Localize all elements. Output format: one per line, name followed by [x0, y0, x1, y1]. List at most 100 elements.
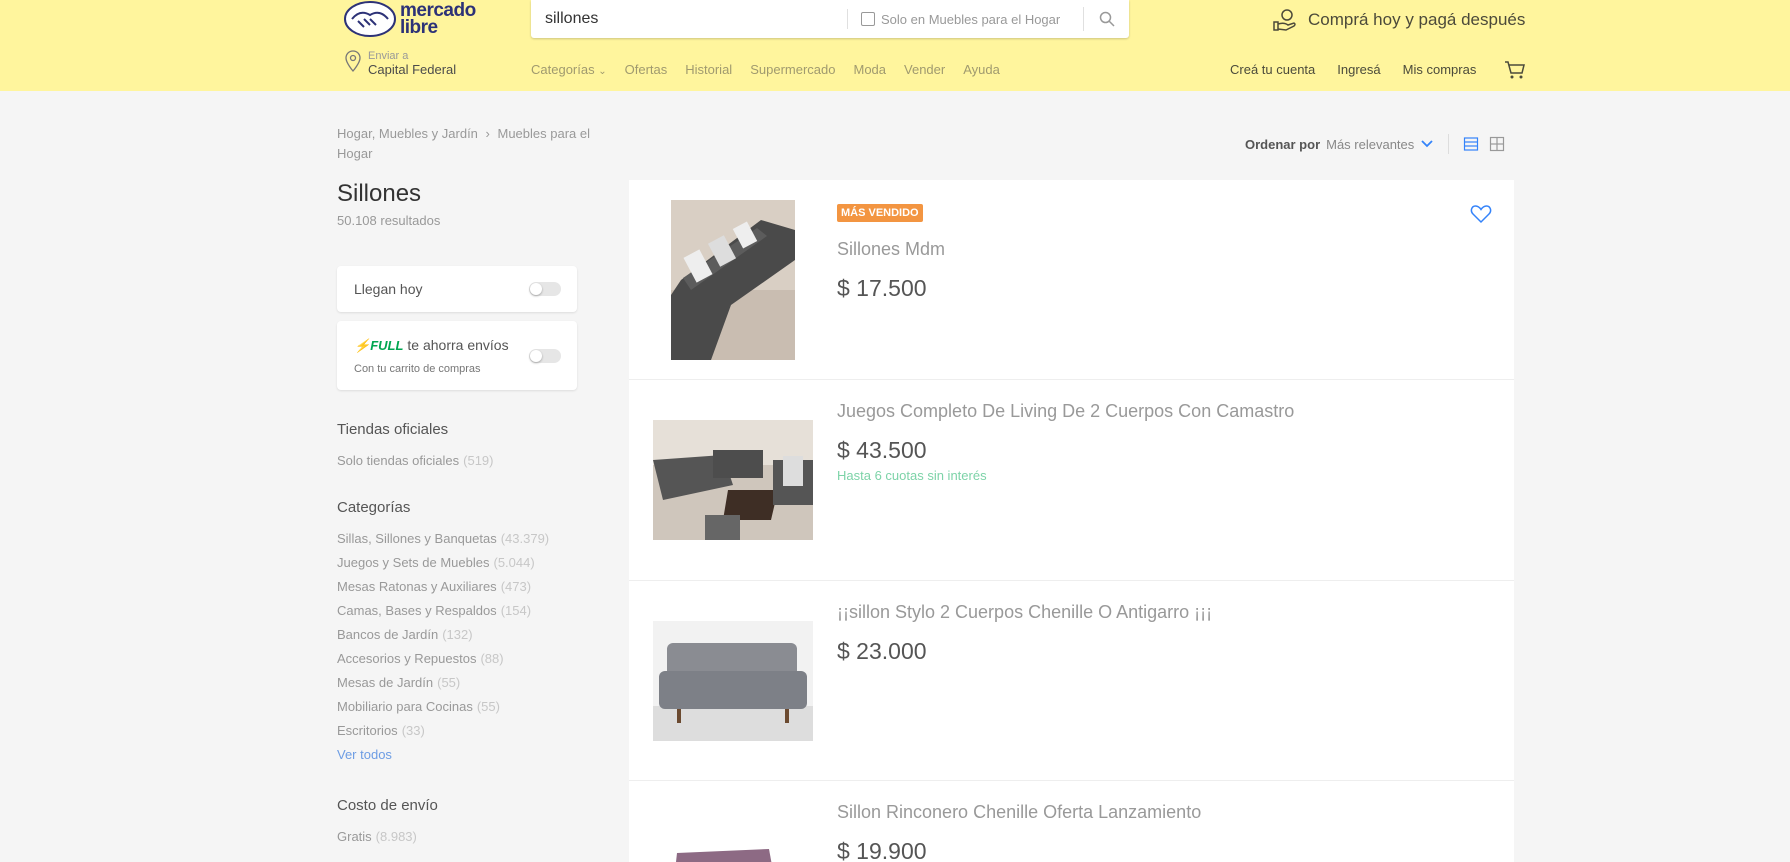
- nav-categorias[interactable]: Categorías ⌄: [531, 62, 607, 77]
- list-item[interactable]: Camas, Bases y Respaldos (154): [337, 602, 549, 626]
- nav-label: Categorías: [531, 62, 595, 77]
- list-item[interactable]: Mobiliario para Cocinas (55): [337, 698, 549, 722]
- handshake-logo-icon: [344, 1, 396, 37]
- lightning-icon: ⚡: [354, 338, 371, 353]
- list-item[interactable]: Juegos y Sets de Muebles (5.044): [337, 554, 549, 578]
- nav-ayuda[interactable]: Ayuda: [963, 62, 1000, 77]
- mercadolibre-logo[interactable]: mercado libre: [344, 0, 484, 38]
- search-button[interactable]: [1083, 7, 1129, 31]
- shipping-location[interactable]: Enviar a Capital Federal: [344, 50, 456, 78]
- sort-control: Ordenar por Más relevantes: [1245, 134, 1505, 154]
- nav-supermercado[interactable]: Supermercado: [750, 62, 835, 77]
- filter-label: Mobiliario para Cocinas: [337, 699, 473, 714]
- user-links: Creá tu cuenta Ingresá Mis compras: [1230, 62, 1498, 77]
- list-item[interactable]: Mesas Ratonas y Auxiliares (473): [337, 578, 549, 602]
- category-filter-label: Solo en Muebles para el Hogar: [881, 11, 1061, 27]
- filter-label: Escritorios: [337, 723, 398, 738]
- location-pin-icon: [345, 50, 361, 72]
- product-price: $ 23.000: [837, 638, 927, 664]
- result-item[interactable]: ¡¡sillon Stylo 2 Cuerpos Chenille O Anti…: [629, 581, 1514, 781]
- full-badge: ⚡FULL: [354, 338, 403, 353]
- breadcrumb-item[interactable]: Hogar, Muebles y Jardín: [337, 126, 478, 141]
- sofa-image: [669, 843, 779, 862]
- official-stores-list: Solo tiendas oficiales (519): [337, 452, 494, 476]
- promo-text: Comprá hoy y pagá después: [1308, 10, 1526, 29]
- sofa-image: [653, 621, 813, 741]
- product-image[interactable]: [669, 843, 779, 862]
- product-price: $ 17.500: [837, 275, 927, 301]
- grid-view-icon[interactable]: [1489, 136, 1505, 152]
- list-item[interactable]: Bancos de Jardín (132): [337, 626, 549, 650]
- filter-count: (33): [401, 723, 425, 738]
- living-set-image: [653, 420, 813, 540]
- nav-ofertas[interactable]: Ofertas: [625, 62, 668, 77]
- result-item[interactable]: MÁS VENDIDO Sillones Mdm $ 17.500: [629, 180, 1514, 380]
- full-shipping-filter[interactable]: ⚡FULL te ahorra envíos Con tu carrito de …: [337, 321, 577, 390]
- filter-label: Bancos de Jardín: [337, 627, 439, 642]
- arrive-today-toggle[interactable]: [529, 282, 561, 296]
- full-shipping-subtitle: Con tu carrito de compras: [354, 363, 481, 375]
- search-input[interactable]: [531, 0, 841, 38]
- list-item[interactable]: Solo tiendas oficiales (519): [337, 452, 494, 476]
- product-title[interactable]: Sillon Rinconero Chenille Oferta Lanzami…: [837, 802, 1201, 823]
- product-image[interactable]: [671, 200, 795, 360]
- shipping-cost-title: Costo de envío: [337, 797, 438, 814]
- list-item[interactable]: Escritorios (33): [337, 722, 549, 746]
- create-account-link[interactable]: Creá tu cuenta: [1230, 62, 1315, 77]
- arrive-today-filter[interactable]: Llegan hoy: [337, 266, 577, 312]
- hand-coin-icon: [1273, 9, 1296, 31]
- list-view-icon[interactable]: [1463, 136, 1479, 152]
- cart-button[interactable]: [1504, 60, 1526, 85]
- product-image[interactable]: [653, 420, 813, 540]
- nav-historial[interactable]: Historial: [685, 62, 732, 77]
- search-category-filter[interactable]: Solo en Muebles para el Hogar: [847, 9, 1060, 29]
- filter-count: (132): [442, 627, 473, 642]
- sort-dropdown[interactable]: Más relevantes: [1326, 137, 1414, 152]
- product-image[interactable]: [653, 621, 813, 741]
- filter-label: Solo tiendas oficiales: [337, 453, 460, 468]
- official-stores-title: Tiendas oficiales: [337, 421, 449, 438]
- filter-count: (55): [476, 699, 500, 714]
- product-title[interactable]: Juegos Completo De Living De 2 Cuerpos C…: [837, 401, 1294, 422]
- filter-count: (519): [463, 453, 494, 468]
- filter-count: (88): [480, 651, 504, 666]
- filter-label: Camas, Bases y Respaldos: [337, 603, 497, 618]
- shipping-cost-list: Gratis (8.983): [337, 828, 417, 852]
- chevron-down-icon: ⌄: [598, 66, 607, 77]
- full-shipping-toggle[interactable]: [529, 349, 561, 363]
- results-count: 50.108 resultados: [337, 213, 441, 228]
- logo-line2: libre: [400, 17, 438, 38]
- my-purchases-link[interactable]: Mis compras: [1403, 62, 1477, 77]
- see-all-categories-link[interactable]: Ver todos: [337, 746, 549, 770]
- list-item[interactable]: Mesas de Jardín (55): [337, 674, 549, 698]
- breadcrumb: Hogar, Muebles y Jardín › Muebles para e…: [337, 124, 612, 164]
- filter-count: (154): [500, 603, 532, 618]
- login-link[interactable]: Ingresá: [1337, 62, 1380, 77]
- filter-label: Accesorios y Repuestos: [337, 651, 477, 666]
- product-title[interactable]: ¡¡sillon Stylo 2 Cuerpos Chenille O Anti…: [837, 602, 1212, 623]
- search-bar: Solo en Muebles para el Hogar: [531, 0, 1129, 38]
- list-item[interactable]: Gratis (8.983): [337, 828, 417, 852]
- cart-icon: [1505, 61, 1525, 79]
- promo-banner[interactable]: Comprá hoy y pagá después: [1272, 6, 1525, 34]
- location-value: Capital Federal: [368, 62, 457, 77]
- heart-icon[interactable]: [1470, 204, 1492, 224]
- nav-vender[interactable]: Vender: [904, 62, 945, 77]
- product-title[interactable]: Sillones Mdm: [837, 239, 945, 260]
- chevron-right-icon: ›: [485, 126, 490, 141]
- full-tag-text: FULL: [370, 338, 404, 353]
- filter-count: (5.044): [493, 555, 535, 570]
- nav-moda[interactable]: Moda: [853, 62, 886, 77]
- chevron-down-icon[interactable]: [1420, 139, 1434, 149]
- page-title: Sillones: [337, 180, 422, 207]
- categories-title: Categorías: [337, 499, 411, 516]
- list-item[interactable]: Accesorios y Repuestos (88): [337, 650, 549, 674]
- location-label: Enviar a: [368, 50, 409, 62]
- product-price: $ 19.900: [837, 838, 927, 862]
- result-item[interactable]: Juegos Completo De Living De 2 Cuerpos C…: [629, 380, 1514, 581]
- filter-label: Juegos y Sets de Muebles: [337, 555, 490, 570]
- result-item[interactable]: Sillon Rinconero Chenille Oferta Lanzami…: [629, 781, 1514, 862]
- category-filter-checkbox[interactable]: [861, 12, 875, 26]
- filter-count: (43.379): [500, 531, 550, 546]
- list-item[interactable]: Sillas, Sillones y Banquetas (43.379): [337, 530, 549, 554]
